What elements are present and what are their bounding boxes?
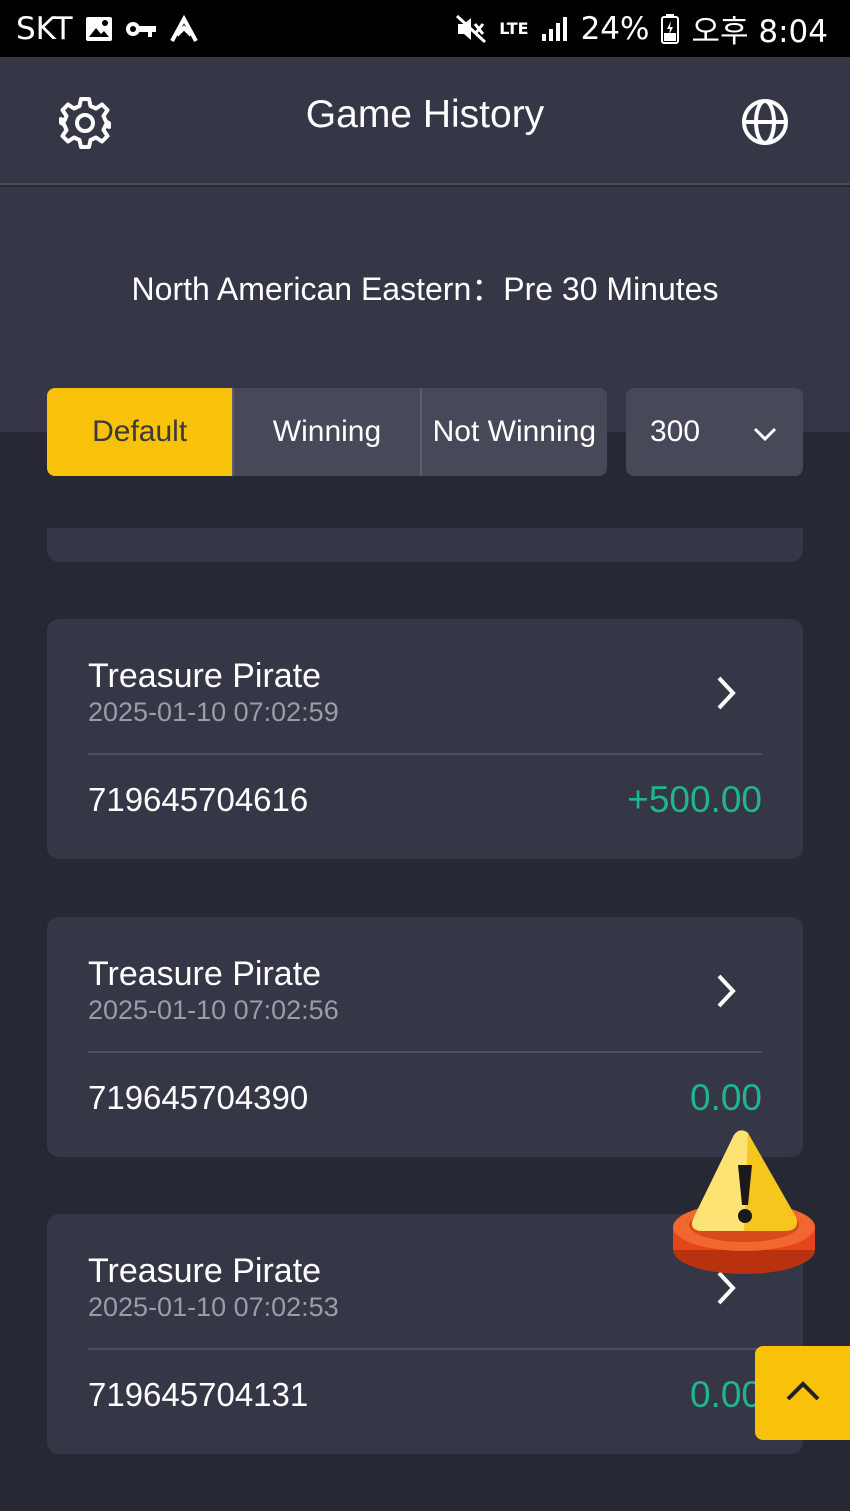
page-title: Game History [305,93,545,136]
game-name: Treasure Pirate [88,657,322,695]
status-bar: SKT LTE 24% 오후 8:04 [0,0,850,57]
status-bar-right: LTE 24% 오후 8:04 [455,6,828,51]
record-time: 2025-01-10 07:02:59 [88,697,339,727]
game-name: Treasure Pirate [88,1252,322,1290]
network-label: LTE [499,18,529,38]
chevron-up-icon [785,1380,821,1407]
record-amount: 0.00 [689,1077,762,1118]
clock: 오후 8:04 [691,14,828,50]
globe-icon[interactable] [740,97,790,147]
tab-winning[interactable]: Winning [232,388,420,476]
warning-icon[interactable] [668,1125,820,1280]
carrier-label: SKT [16,10,73,47]
gallery-icon [85,16,113,42]
mute-icon [455,14,487,44]
chevron-right-icon[interactable] [711,971,741,1011]
signal-icon [541,16,569,42]
game-name: Treasure Pirate [88,955,322,993]
record-id: 719645704131 [88,1376,309,1413]
count-select[interactable]: 300 [626,388,803,476]
chevron-right-icon[interactable] [711,673,741,713]
chevron-down-icon [753,415,777,449]
list-item[interactable]: Treasure Pirate 2025-01-10 07:02:56 7196… [47,917,803,1157]
lte-icon: LTE [499,18,529,38]
timezone-label: North American Eastern：Pre 30 Minutes [131,271,719,307]
status-bar-left: SKT [16,11,199,47]
record-amount: 0.00 [689,1374,762,1415]
record-time: 2025-01-10 07:02:56 [88,995,339,1025]
divider [88,753,762,755]
record-id: 719645704616 [88,781,309,818]
record-time: 2025-01-10 07:02:53 [88,1292,339,1322]
count-select-value: 300 [650,415,701,448]
divider [88,1051,762,1053]
filter-tabs: Default Winning Not Winning [47,388,607,476]
list-item-partial [47,528,803,562]
scroll-top-button[interactable] [755,1346,850,1440]
tab-not-winning[interactable]: Not Winning [419,388,607,476]
battery-icon [661,13,680,44]
app-header: Game History [0,57,850,185]
list-item[interactable]: Treasure Pirate 2025-01-10 07:02:59 7196… [47,619,803,859]
battery-percent: 24% [580,10,650,47]
vpn-key-icon [125,19,157,39]
record-id: 719645704390 [88,1079,309,1116]
upload-icon [169,14,199,43]
tab-default[interactable]: Default [47,388,233,476]
record-amount: +500.00 [627,779,762,820]
divider [88,1348,762,1350]
